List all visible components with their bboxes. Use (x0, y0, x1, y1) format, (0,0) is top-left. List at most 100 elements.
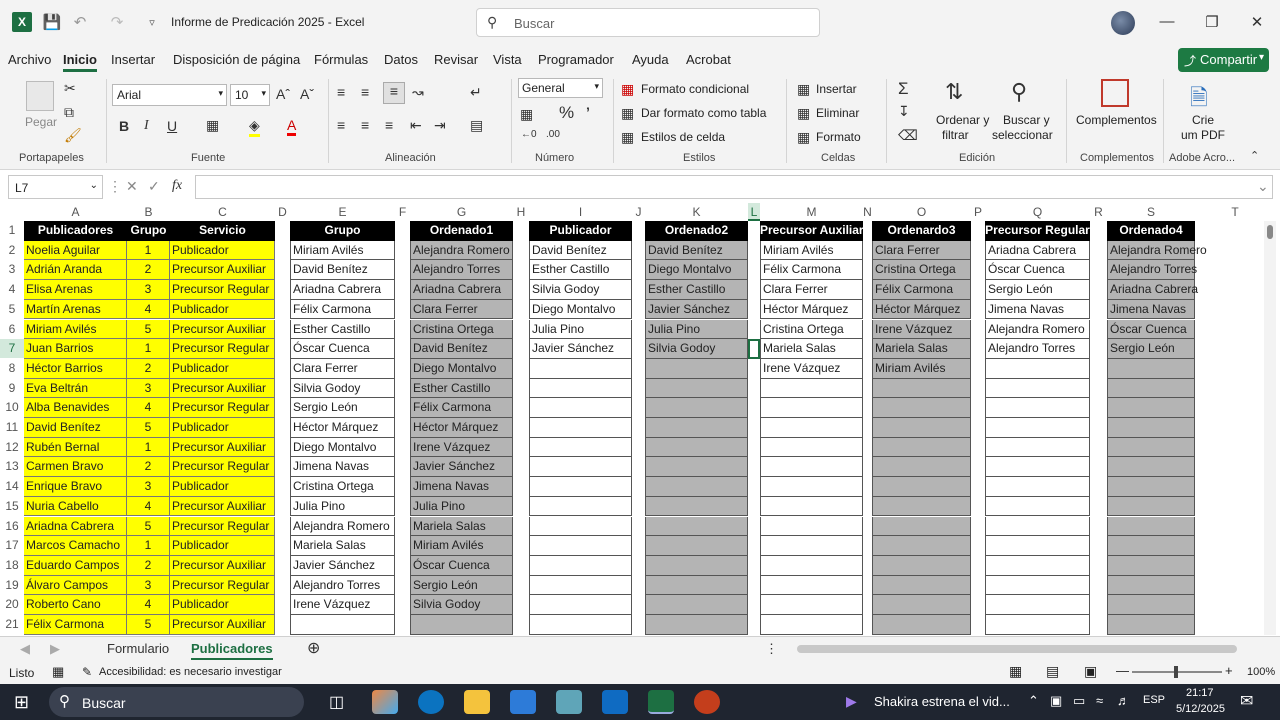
add-sheet-icon[interactable]: ⊕ (307, 638, 320, 658)
page-layout-icon[interactable]: ▤ (1046, 663, 1059, 680)
tab-disposicion[interactable]: Disposición de página (173, 52, 300, 67)
excel-taskbar-icon[interactable] (648, 690, 674, 714)
data-cell[interactable] (529, 516, 632, 537)
data-cell[interactable]: Clara Ferrer (290, 358, 395, 379)
data-cell[interactable]: Mariela Salas (290, 536, 395, 556)
row-header[interactable]: 15 (0, 497, 24, 516)
data-cell[interactable]: Diego Montalvo (410, 358, 513, 379)
row-header[interactable]: 11 (0, 418, 24, 437)
data-cell[interactable]: Alejandro Torres (290, 575, 395, 596)
select-all-corner[interactable] (0, 203, 24, 221)
data-cell[interactable] (1107, 536, 1195, 556)
clock-date[interactable]: 5/12/2025 (1176, 703, 1225, 715)
data-cell[interactable]: 5 (127, 319, 170, 340)
data-cell[interactable] (529, 575, 632, 596)
data-cell[interactable]: Publicador (170, 536, 275, 556)
data-cell[interactable] (985, 555, 1090, 576)
data-cell[interactable] (529, 555, 632, 576)
format-cells-button[interactable]: Formato (816, 130, 861, 144)
row-header[interactable]: 2 (0, 241, 24, 260)
data-cell[interactable]: Juan Barrios (24, 339, 127, 359)
column-header-p[interactable]: P (971, 203, 985, 221)
row-header[interactable]: 3 (0, 260, 24, 279)
paste-label[interactable]: Pegar (25, 115, 57, 129)
data-cell[interactable] (1107, 457, 1195, 478)
data-cell[interactable]: Alejandra Romero (985, 319, 1090, 340)
data-cell[interactable] (645, 477, 748, 497)
data-cell[interactable]: 2 (127, 555, 170, 576)
data-cell[interactable] (760, 418, 863, 438)
data-cell[interactable] (872, 496, 971, 517)
data-cell[interactable]: Martín Arenas (24, 299, 127, 320)
data-cell[interactable]: Alejandro Torres (985, 339, 1090, 359)
data-cell[interactable] (1107, 615, 1195, 635)
column-header-k[interactable]: K (645, 203, 748, 221)
format-painter-icon[interactable]: 🖌 (64, 127, 82, 144)
data-cell[interactable]: Precursor Regular (170, 516, 275, 537)
data-cell[interactable] (985, 477, 1090, 497)
data-cell[interactable]: Diego Montalvo (645, 260, 748, 281)
data-cell[interactable]: Javier Sánchez (645, 299, 748, 320)
data-cell[interactable] (985, 516, 1090, 537)
data-cell[interactable] (760, 378, 863, 399)
data-cell[interactable]: Silvia Godoy (529, 280, 632, 300)
row-header[interactable]: 21 (0, 615, 24, 634)
language-indicator[interactable]: ESP (1143, 694, 1165, 706)
collapse-ribbon-icon[interactable]: ⌃ (1250, 149, 1259, 162)
data-cell[interactable] (1107, 496, 1195, 517)
cancel-icon[interactable]: ✕ (126, 178, 138, 195)
data-cell[interactable]: Javier Sánchez (290, 555, 395, 576)
data-cell[interactable] (1107, 398, 1195, 418)
data-cell[interactable]: Diego Montalvo (529, 299, 632, 320)
data-cell[interactable] (985, 575, 1090, 596)
data-cell[interactable]: 5 (127, 418, 170, 438)
data-cell[interactable]: Publicador (170, 358, 275, 379)
accounting-icon[interactable]: ▦ (520, 106, 533, 123)
column-header-d[interactable]: D (275, 203, 290, 221)
normal-view-icon[interactable]: ▦ (1009, 663, 1022, 680)
data-cell[interactable]: Alba Benavides (24, 398, 127, 418)
tab-revisar[interactable]: Revisar (434, 52, 478, 67)
increase-indent-icon[interactable]: ⇥ (434, 117, 446, 134)
data-cell[interactable]: Silvia Godoy (645, 339, 748, 359)
data-cell[interactable]: Precursor Auxiliar (170, 319, 275, 340)
tab-archivo[interactable]: Archivo (8, 52, 51, 67)
data-cell[interactable]: Esther Castillo (410, 378, 513, 399)
data-cell[interactable]: Irene Vázquez (290, 595, 395, 615)
data-cell[interactable] (529, 536, 632, 556)
data-cell[interactable]: Ariadna Cabrera (1107, 280, 1198, 300)
data-cell[interactable] (529, 378, 632, 399)
chevron-up-icon[interactable]: ⌃ (1028, 693, 1039, 709)
zoom-level[interactable]: 100% (1247, 666, 1275, 678)
customize-qat-icon[interactable]: ▿ (142, 12, 162, 32)
data-cell[interactable] (645, 437, 748, 458)
data-cell[interactable]: Precursor Regular (170, 339, 275, 359)
macro-icon[interactable]: ▦ (52, 664, 64, 680)
zoom-thumb[interactable] (1174, 666, 1178, 678)
tab-publicadores[interactable]: Publicadores (191, 641, 273, 660)
data-cell[interactable]: Publicador (170, 240, 275, 261)
data-cell[interactable] (760, 496, 863, 517)
fill-icon[interactable]: ↧ (898, 103, 910, 120)
data-cell[interactable]: Clara Ferrer (760, 280, 863, 300)
data-cell[interactable]: Eva Beltrán (24, 378, 127, 399)
tab-insertar[interactable]: Insertar (111, 52, 155, 67)
data-cell[interactable]: Roberto Cano (24, 595, 127, 615)
data-cell[interactable]: Ariadna Cabrera (410, 280, 513, 300)
data-cell[interactable] (529, 418, 632, 438)
align-middle-icon[interactable]: ≡ (361, 84, 369, 100)
data-cell[interactable]: Miriam Avilés (760, 240, 863, 261)
data-cell[interactable]: Alejandro Torres (410, 260, 513, 281)
column-header-m[interactable]: M (760, 203, 863, 221)
data-cell[interactable]: Álvaro Campos (24, 575, 127, 596)
data-cell[interactable]: Irene Vázquez (760, 358, 863, 379)
column-header-t[interactable]: T (1195, 203, 1275, 221)
data-cell[interactable] (985, 595, 1090, 615)
row-header[interactable]: 4 (0, 280, 24, 299)
data-cell[interactable]: Precursor Auxiliar (170, 496, 275, 517)
data-cell[interactable]: 5 (127, 516, 170, 537)
data-cell[interactable]: Miriam Avilés (410, 536, 513, 556)
data-cell[interactable] (760, 575, 863, 596)
data-cell[interactable] (760, 536, 863, 556)
find-select-label2[interactable]: seleccionar (992, 128, 1053, 142)
